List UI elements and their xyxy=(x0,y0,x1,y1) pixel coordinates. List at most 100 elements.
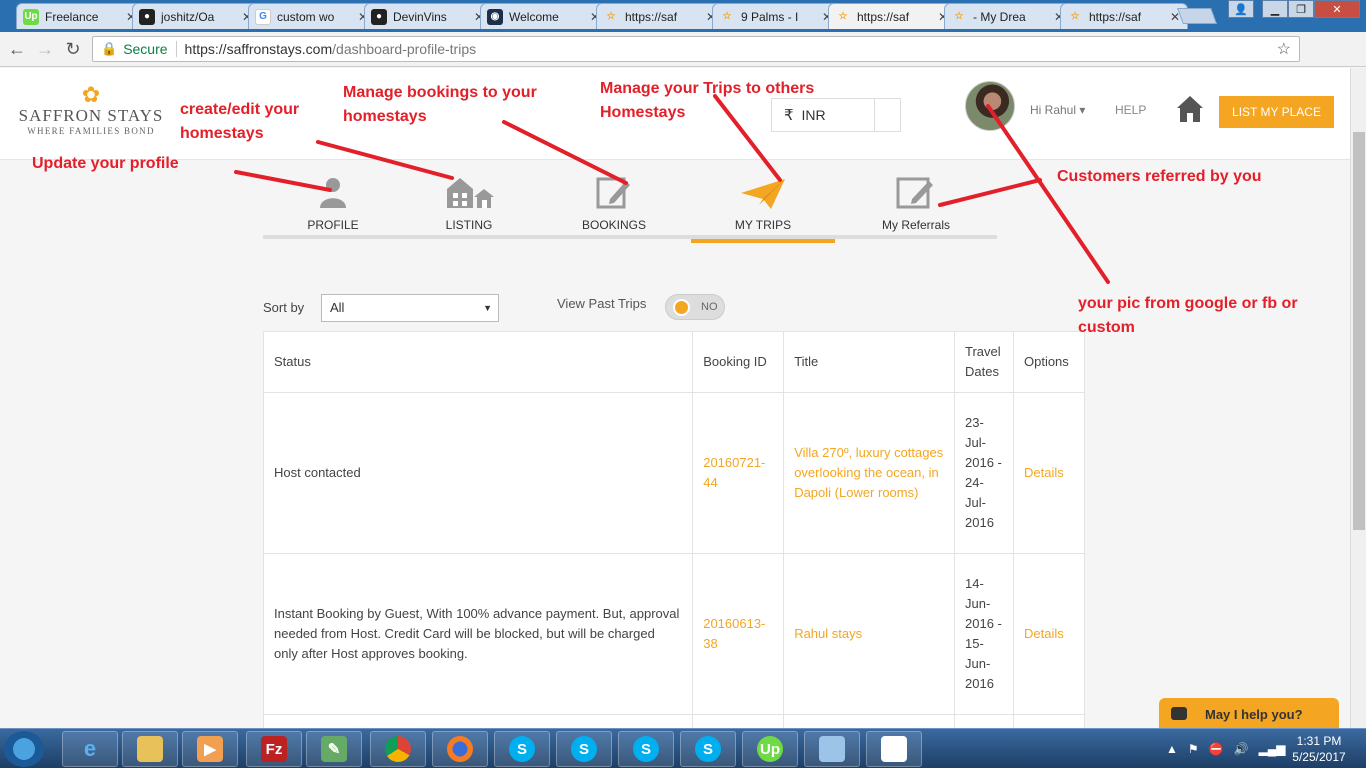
taskbar-skype[interactable]: S xyxy=(556,731,612,767)
browser-tabstrip: Up Freelance ✕ ● joshitz/Oa ✕ G custom w… xyxy=(0,0,1366,32)
edit-icon xyxy=(896,177,933,209)
annotation-trips: Manage your Trips to others Homestays xyxy=(600,80,815,121)
tab-my-referrals[interactable]: My Referrals xyxy=(846,173,986,239)
start-button[interactable] xyxy=(4,731,44,767)
taskbar-upwork[interactable]: Up xyxy=(742,731,798,767)
taskbar-skype[interactable]: S xyxy=(618,731,674,767)
page-scrollbar[interactable] xyxy=(1350,68,1366,728)
bookmark-star-icon[interactable]: ☆ xyxy=(1277,39,1291,59)
home-icon[interactable] xyxy=(1175,94,1205,124)
browser-tab[interactable]: ● joshitz/Oa ✕ xyxy=(132,3,260,29)
column-header-travel-dates: Travel Dates xyxy=(954,331,1014,393)
tab-label: 9 Palms - I xyxy=(741,9,799,24)
taskbar-ie[interactable]: e xyxy=(62,731,118,767)
taskbar-document[interactable] xyxy=(866,731,922,767)
tab-label: LISTING xyxy=(445,218,493,232)
annotation-referrals: Customers referred by you xyxy=(1057,168,1262,185)
tab-bookings[interactable]: BOOKINGS xyxy=(544,173,684,239)
details-link[interactable]: Details xyxy=(1024,465,1064,480)
browser-tab-active[interactable]: ☆ https://saf ✕ xyxy=(828,3,956,29)
user-menu[interactable]: Hi Rahul ▾ xyxy=(1030,103,1085,117)
window-close-button[interactable]: ✕ xyxy=(1314,0,1360,18)
browser-tab[interactable]: ☆ - My Drea ✕ xyxy=(944,3,1072,29)
new-tab-button[interactable] xyxy=(1177,8,1217,24)
status-cell: Host contacted xyxy=(262,392,694,554)
list-my-place-button[interactable]: LIST MY PLACE xyxy=(1219,96,1334,128)
scrollbar-thumb[interactable] xyxy=(1353,132,1365,530)
address-bar[interactable]: 🔒 Secure https://saffronstays.com/dashbo… xyxy=(92,36,1300,62)
skype-icon: S xyxy=(695,736,721,762)
network-alert-icon[interactable]: ⛔ xyxy=(1209,742,1224,756)
title-cell xyxy=(783,714,955,728)
saffron-icon: ☆ xyxy=(838,11,848,22)
clock-time: 1:31 PM xyxy=(1296,734,1342,748)
tab-label: https://saf xyxy=(857,9,910,24)
status-cell: Instant Booking by Guest, With 100% adva… xyxy=(262,553,694,715)
app-icon: ◉ xyxy=(487,8,503,25)
past-trips-toggle[interactable]: NO xyxy=(665,294,725,320)
saffron-icon: ☆ xyxy=(954,11,964,22)
minimize-button[interactable]: ▁ xyxy=(1262,0,1288,18)
flag-icon[interactable]: ⚑ xyxy=(1188,742,1199,756)
reload-icon[interactable]: ↻ xyxy=(62,38,84,60)
site-logo[interactable]: ✿ SAFFRON STAYS WHERE FAMILIES BOND xyxy=(18,84,164,137)
taskbar-clock[interactable]: 1:31 PM 5/25/2017 xyxy=(1288,733,1350,765)
travel-dates-cell: 23-Jul-2016 - 24-Jul-2016 xyxy=(954,392,1014,554)
browser-tab[interactable]: Up Freelance ✕ xyxy=(16,3,144,29)
github-icon: ● xyxy=(139,8,155,25)
booking-id-cell[interactable]: 20160613-38 xyxy=(692,553,785,715)
column-header-booking-id: Booking ID xyxy=(692,331,785,393)
folder-icon xyxy=(137,736,163,762)
tab-label: https://saf xyxy=(625,9,678,24)
table-row: Instant Booking by Guest, With 100% adva… xyxy=(262,553,1086,715)
browser-toolbar: ← → ↻ 🔒 Secure https://saffronstays.com/… xyxy=(0,32,1366,98)
booking-id-cell[interactable]: 20160721-44 xyxy=(692,392,785,554)
taskbar-firefox[interactable] xyxy=(432,731,488,767)
travel-dates-cell: 14-Jun-2016 - 15-Jun-2016 xyxy=(954,553,1014,715)
title-cell[interactable]: Villa 270º, luxury cottages overlooking … xyxy=(783,392,955,554)
user-icon[interactable]: 👤 xyxy=(1228,0,1254,18)
currency-dropdown-toggle[interactable] xyxy=(874,99,900,131)
taskbar-explorer[interactable] xyxy=(122,731,178,767)
browser-tab[interactable]: ● DevinVins ✕ xyxy=(364,3,492,29)
maximize-button[interactable]: ❐ xyxy=(1288,0,1314,18)
tab-profile[interactable]: PROFILE xyxy=(263,173,403,239)
taskbar-notepad[interactable]: ✎ xyxy=(306,731,362,767)
title-cell[interactable]: Rahul stays xyxy=(783,553,955,715)
forward-icon[interactable]: → xyxy=(34,38,56,60)
column-header-status: Status xyxy=(262,331,694,393)
volume-icon[interactable]: 🔊 xyxy=(1234,742,1249,756)
upwork-icon: Up xyxy=(23,8,39,25)
chat-widget[interactable]: May I help you? xyxy=(1159,698,1339,728)
taskbar-filezilla[interactable]: Fz xyxy=(246,731,302,767)
table-header-row: Status Booking ID Title Travel Dates Opt… xyxy=(262,331,1086,393)
tab-my-trips[interactable]: MY TRIPS xyxy=(691,173,835,243)
saffron-icon: ☆ xyxy=(722,11,732,22)
trips-table: Status Booking ID Title Travel Dates Opt… xyxy=(262,331,1086,728)
windows-taskbar: e ▶ Fz ✎ S S S S Up ▲ ⚑ ⛔ 🔊 ▂▄▆ 1:31 PM … xyxy=(0,728,1366,768)
help-link[interactable]: HELP xyxy=(1115,103,1146,117)
upwork-icon: Up xyxy=(757,736,783,762)
sort-by-select[interactable]: All ▼ xyxy=(321,294,499,322)
show-hidden-icons-icon[interactable]: ▲ xyxy=(1166,742,1178,756)
browser-tab[interactable]: ☆ https://saf ✕ xyxy=(1060,3,1188,29)
back-icon[interactable]: ← xyxy=(6,38,28,60)
tab-label: PROFILE xyxy=(307,218,359,232)
taskbar-skype[interactable]: S xyxy=(494,731,550,767)
taskbar-virtualbox[interactable] xyxy=(804,731,860,767)
taskbar-skype[interactable]: S xyxy=(680,731,736,767)
taskbar-chrome[interactable] xyxy=(370,731,426,767)
document-icon xyxy=(881,736,907,762)
details-link[interactable]: Details xyxy=(1024,626,1064,641)
browser-tab[interactable]: ☆ 9 Palms - I ✕ xyxy=(712,3,840,29)
taskbar-media[interactable]: ▶ xyxy=(182,731,238,767)
browser-tab[interactable]: ☆ https://saf ✕ xyxy=(596,3,724,29)
browser-tab[interactable]: G custom wo ✕ xyxy=(248,3,376,29)
tab-listing[interactable]: LISTING xyxy=(399,173,539,239)
tab-label: https://saf xyxy=(1089,9,1142,24)
browser-tab[interactable]: ◉ Welcome ✕ xyxy=(480,3,608,29)
signal-icon[interactable]: ▂▄▆ xyxy=(1259,742,1286,756)
avatar[interactable] xyxy=(965,81,1015,131)
logo-tagline: WHERE FAMILIES BOND xyxy=(27,126,155,136)
edit-icon xyxy=(596,177,630,209)
